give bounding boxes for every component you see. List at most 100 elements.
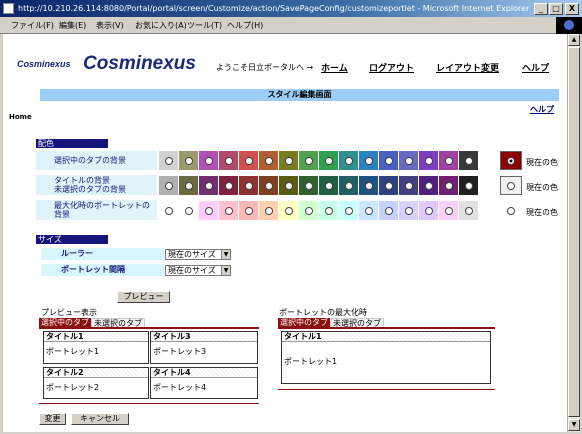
ruler-size-select[interactable]: 現在のサイズ ▼	[165, 249, 231, 260]
color-swatch[interactable]	[459, 151, 478, 170]
help-link[interactable]: ヘルプ	[530, 104, 554, 115]
portlet-spacing-select[interactable]: 現在のサイズ ▼	[165, 265, 231, 276]
color-radio[interactable]	[164, 206, 173, 215]
color-radio[interactable]	[224, 181, 233, 190]
color-radio[interactable]	[464, 181, 473, 190]
color-radio[interactable]	[244, 206, 253, 215]
color-swatch[interactable]	[219, 201, 238, 220]
color-swatch[interactable]	[219, 151, 238, 170]
color-radio[interactable]	[384, 156, 393, 165]
color-swatch[interactable]	[179, 176, 198, 195]
color-radio[interactable]	[364, 156, 373, 165]
close-button[interactable]: X	[565, 3, 579, 15]
color-swatch[interactable]	[459, 201, 478, 220]
menu-tools[interactable]: ツール(T)	[187, 20, 222, 31]
color-radio[interactable]	[464, 206, 473, 215]
color-radio[interactable]	[404, 206, 413, 215]
menu-file[interactable]: ファイル(F)	[11, 20, 54, 31]
current-color-radio[interactable]	[507, 156, 515, 165]
color-radio[interactable]	[324, 156, 333, 165]
color-swatch[interactable]	[399, 176, 418, 195]
color-swatch[interactable]	[359, 176, 378, 195]
color-swatch[interactable]	[159, 151, 178, 170]
help-link-top[interactable]: ヘルプ	[522, 61, 549, 74]
color-swatch[interactable]	[379, 151, 398, 170]
cancel-button[interactable]: キャンセル	[71, 413, 129, 425]
color-swatch[interactable]	[379, 176, 398, 195]
home-breadcrumb[interactable]: Home	[9, 113, 32, 121]
color-radio[interactable]	[364, 206, 373, 215]
color-swatch[interactable]	[239, 176, 258, 195]
color-swatch[interactable]	[279, 201, 298, 220]
color-swatch[interactable]	[319, 176, 338, 195]
maximize-button[interactable]: □	[549, 3, 563, 15]
color-radio[interactable]	[264, 156, 273, 165]
color-swatch[interactable]	[419, 176, 438, 195]
color-radio[interactable]	[404, 181, 413, 190]
color-radio[interactable]	[344, 156, 353, 165]
menu-favorites[interactable]: お気に入り(A)	[135, 20, 187, 31]
color-swatch[interactable]	[259, 151, 278, 170]
preview-button[interactable]: プレビュー	[117, 291, 170, 303]
color-radio[interactable]	[464, 156, 473, 165]
color-swatch[interactable]	[279, 151, 298, 170]
color-radio[interactable]	[424, 181, 433, 190]
current-color-radio[interactable]	[507, 206, 515, 215]
color-swatch[interactable]	[219, 176, 238, 195]
color-radio[interactable]	[444, 156, 453, 165]
color-radio[interactable]	[364, 181, 373, 190]
color-swatch[interactable]	[179, 201, 198, 220]
color-swatch[interactable]	[239, 151, 258, 170]
color-swatch[interactable]	[199, 176, 218, 195]
color-radio[interactable]	[344, 181, 353, 190]
color-swatch[interactable]	[439, 176, 458, 195]
scroll-down-icon[interactable]: ▼	[568, 419, 580, 431]
color-swatch[interactable]	[459, 176, 478, 195]
color-swatch[interactable]	[339, 176, 358, 195]
color-radio[interactable]	[284, 156, 293, 165]
logout-link[interactable]: ログアウト	[369, 61, 414, 74]
color-radio[interactable]	[304, 181, 313, 190]
color-radio[interactable]	[344, 206, 353, 215]
color-radio[interactable]	[384, 181, 393, 190]
color-swatch[interactable]	[239, 201, 258, 220]
color-radio[interactable]	[444, 206, 453, 215]
color-swatch[interactable]	[159, 201, 178, 220]
color-swatch[interactable]	[319, 151, 338, 170]
color-radio[interactable]	[424, 206, 433, 215]
color-swatch[interactable]	[419, 201, 438, 220]
color-swatch[interactable]	[399, 201, 418, 220]
color-radio[interactable]	[204, 181, 213, 190]
vertical-scrollbar[interactable]: ▲ ▼	[567, 34, 580, 432]
color-radio[interactable]	[204, 156, 213, 165]
color-radio[interactable]	[264, 181, 273, 190]
color-swatch[interactable]	[339, 151, 358, 170]
color-radio[interactable]	[324, 181, 333, 190]
color-radio[interactable]	[244, 181, 253, 190]
color-radio[interactable]	[304, 156, 313, 165]
color-swatch[interactable]	[379, 201, 398, 220]
color-swatch[interactable]	[319, 201, 338, 220]
apply-button[interactable]: 変更	[39, 413, 66, 425]
color-swatch[interactable]	[439, 151, 458, 170]
color-swatch[interactable]	[259, 201, 278, 220]
color-swatch[interactable]	[299, 176, 318, 195]
current-color-title-bg[interactable]	[500, 176, 522, 195]
color-radio[interactable]	[304, 206, 313, 215]
color-radio[interactable]	[244, 156, 253, 165]
color-swatch[interactable]	[199, 151, 218, 170]
minimize-button[interactable]: _	[534, 3, 548, 15]
color-radio[interactable]	[284, 181, 293, 190]
color-swatch[interactable]	[439, 201, 458, 220]
color-radio[interactable]	[404, 156, 413, 165]
color-swatch[interactable]	[179, 151, 198, 170]
color-radio[interactable]	[384, 206, 393, 215]
menu-view[interactable]: 表示(V)	[96, 20, 124, 31]
home-link[interactable]: ホーム	[321, 61, 348, 74]
color-radio[interactable]	[164, 181, 173, 190]
current-color-maximized-bg[interactable]	[500, 201, 522, 220]
color-swatch[interactable]	[159, 176, 178, 195]
color-swatch[interactable]	[359, 201, 378, 220]
color-swatch[interactable]	[399, 151, 418, 170]
color-swatch[interactable]	[339, 201, 358, 220]
